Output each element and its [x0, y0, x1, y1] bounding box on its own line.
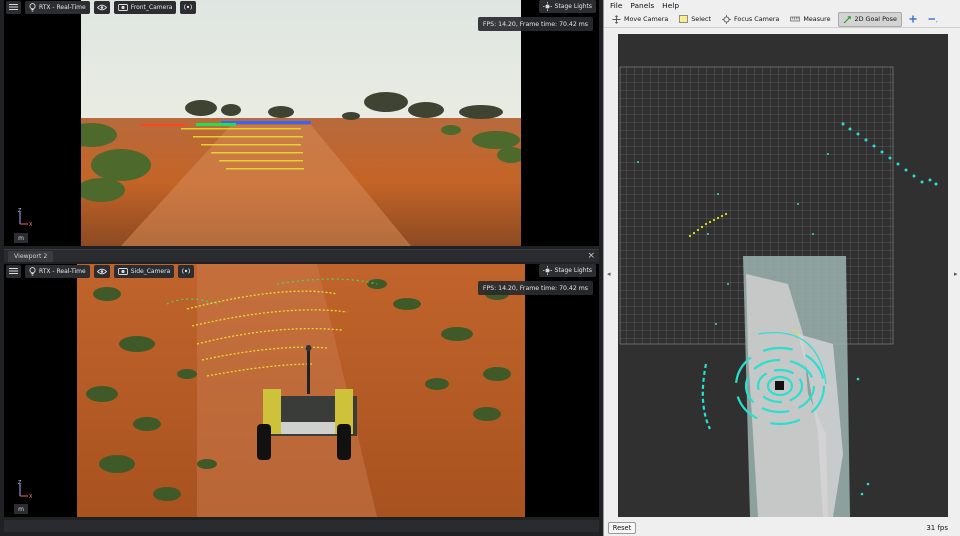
rviz-window: File Panels Help Move Camera Select Focu… [603, 0, 960, 536]
viewport2-toolbar: RTX - Real-Time Side_Camera Stage Lights [4, 264, 599, 278]
remove-tool-button[interactable] [924, 12, 942, 27]
camera-label: Side_Camera [130, 267, 171, 275]
goal-pose-button[interactable]: 2D Goal Pose [837, 11, 902, 27]
rviz-3d-view[interactable] [618, 34, 948, 517]
close-icon[interactable]: × [587, 250, 595, 262]
move-camera-icon [612, 14, 621, 24]
minus-icon [928, 18, 938, 23]
move-camera-label: Move Camera [624, 15, 669, 23]
select-label: Select [691, 15, 711, 23]
svg-text:X: X [29, 222, 33, 228]
axis-gizmo-icon: Z X [18, 480, 33, 500]
menu-help[interactable]: Help [662, 1, 679, 10]
focus-camera-icon [721, 14, 731, 24]
camera-select-button[interactable]: Front_Camera [113, 0, 177, 14]
stage-lights-button[interactable]: Stage Lights [538, 0, 596, 13]
bottom-bar [4, 520, 599, 532]
move-camera-button[interactable]: Move Camera [608, 12, 672, 27]
fps-overlay: FPS: 14.20, Frame time: 70.42 ms [477, 17, 593, 31]
viewport-toolbar: RTX - Real-Time Front_Camera Stage Light… [4, 0, 599, 14]
eye-icon [96, 268, 107, 274]
focus-camera-button[interactable]: Focus Camera [718, 12, 783, 27]
camera-label: Front_Camera [130, 3, 173, 11]
visibility-button[interactable] [93, 264, 110, 278]
settings-button[interactable] [6, 0, 21, 14]
unit-button[interactable]: m [14, 504, 28, 514]
menu-file[interactable]: File [610, 1, 622, 10]
measure-button[interactable]: Measure [786, 12, 834, 27]
broadcast-button[interactable] [178, 264, 195, 278]
viewport-front[interactable]: RTX - Real-Time Front_Camera Stage Light… [4, 0, 599, 246]
collapse-right-icon[interactable]: ▸ [954, 270, 960, 280]
robot-marker [775, 381, 784, 390]
stage-lights-icon [542, 2, 552, 11]
svg-text:Z: Z [18, 208, 22, 214]
goal-pose-label: 2D Goal Pose [854, 15, 897, 23]
stage-lights-button[interactable]: Stage Lights [538, 264, 596, 277]
side-camera-scene [77, 264, 525, 517]
reset-button[interactable]: Reset [608, 522, 636, 534]
eye-icon [96, 4, 107, 10]
svg-text:Z: Z [18, 480, 22, 486]
visibility-button[interactable] [93, 0, 110, 14]
broadcast-button[interactable] [180, 0, 197, 14]
settings-icon [9, 4, 18, 10]
add-tool-button[interactable] [905, 12, 921, 27]
measure-label: Measure [803, 15, 831, 23]
renderer-button[interactable]: RTX - Real-Time [25, 0, 90, 14]
desktop: RTX - Real-Time Front_Camera Stage Light… [0, 0, 960, 536]
tab-viewport-2[interactable]: Viewport 2 [8, 251, 54, 262]
focus-camera-label: Focus Camera [733, 15, 780, 23]
unit-button[interactable]: m [14, 233, 28, 243]
lightbulb-icon [29, 266, 36, 275]
viewport2-tabbar: Viewport 2 × [4, 249, 599, 262]
camera-icon [117, 4, 128, 11]
camera-icon [117, 268, 128, 275]
measure-icon [790, 16, 801, 22]
renderer-label: RTX - Real-Time [39, 267, 86, 275]
select-icon [679, 15, 689, 23]
fps-readout: 31 fps [926, 524, 948, 532]
renderer-label: RTX - Real-Time [39, 3, 86, 11]
front-camera-scene [81, 0, 521, 246]
broadcast-icon [182, 268, 191, 274]
plus-icon [909, 15, 917, 23]
stage-lights-label: Stage Lights [554, 267, 592, 274]
menu-panels[interactable]: Panels [630, 1, 654, 10]
stage-lights-icon [542, 266, 552, 275]
collapse-left-icon[interactable]: ◂ [607, 270, 613, 280]
svg-text:X: X [29, 494, 33, 500]
broadcast-icon [184, 4, 193, 10]
settings-icon [9, 268, 18, 274]
menu-bar: File Panels Help [604, 0, 960, 10]
fps-overlay: FPS: 14.20, Frame time: 70.42 ms [477, 281, 593, 295]
renderer-button[interactable]: RTX - Real-Time [25, 264, 90, 278]
rviz-scene [619, 66, 938, 517]
settings-button[interactable] [6, 264, 21, 278]
lightbulb-icon [29, 2, 36, 11]
viewport-side[interactable]: RTX - Real-Time Side_Camera Stage Lights [4, 264, 599, 517]
select-button[interactable]: Select [675, 12, 715, 27]
axis-gizmo-icon: Z X [18, 208, 33, 228]
stage-lights-label: Stage Lights [554, 3, 592, 10]
rviz-toolbar: Move Camera Select Focus Camera Measure … [604, 11, 960, 28]
isaac-sim-panel: RTX - Real-Time Front_Camera Stage Light… [0, 0, 603, 536]
goal-pose-icon [843, 15, 851, 23]
camera-select-button[interactable]: Side_Camera [113, 264, 175, 278]
